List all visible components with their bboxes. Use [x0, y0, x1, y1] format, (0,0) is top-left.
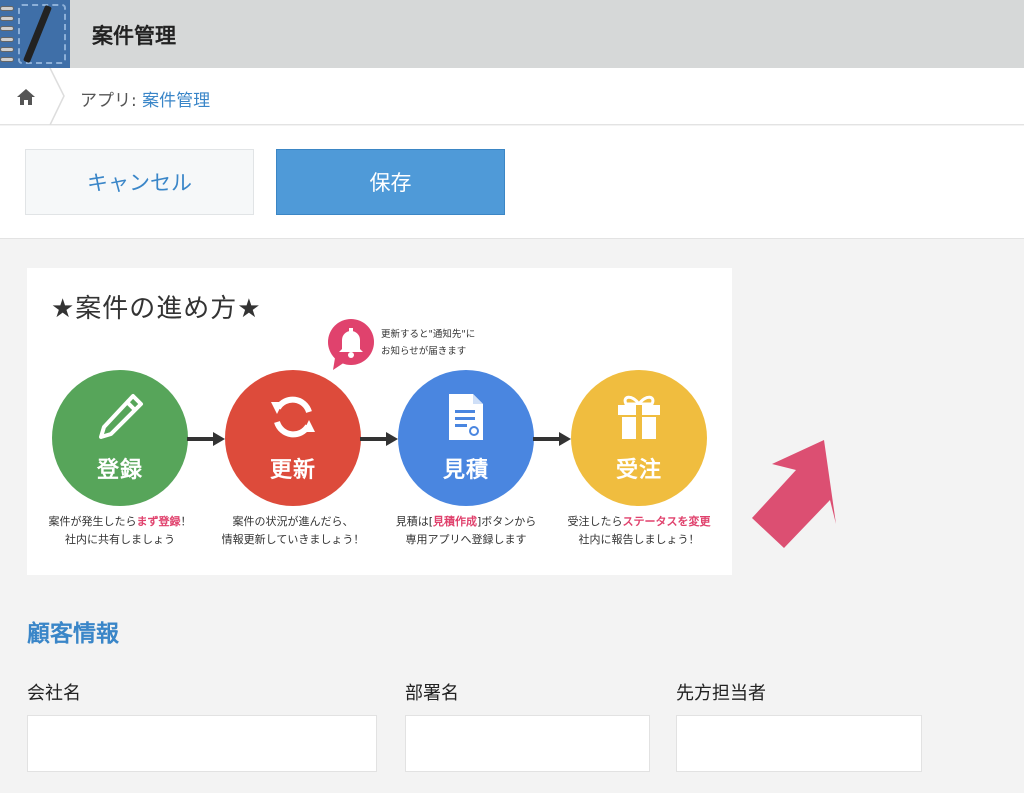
step-update-label: 更新 [269, 458, 316, 483]
company-name-field[interactable] [27, 715, 377, 772]
breadcrumb-prefix: アプリ: [80, 91, 143, 111]
save-button[interactable]: 保存 [276, 149, 505, 215]
breadcrumb: アプリ: 案件管理 [0, 68, 1024, 125]
step-update-description: 案件の状況が進んだら、 情報更新していきましょう！ [221, 515, 365, 546]
step-estimate-circle: 見積 [398, 370, 534, 506]
step-update-circle: 更新 [225, 370, 361, 506]
notification-note-line-2: お知らせが届きます [381, 346, 467, 357]
notebook-pen-icon [0, 0, 70, 68]
company-name-label: 会社名 [27, 683, 81, 704]
customer-section-title: 顧客情報 [27, 621, 119, 647]
notification-note-line-1: 更新すると"通知先"に [381, 329, 476, 340]
breadcrumb-app-link[interactable]: 案件管理 [142, 91, 210, 111]
document-icon [449, 394, 483, 440]
step-register-circle: 登録 [52, 370, 188, 506]
workflow-guide-image: ★案件の進め方★ 更新すると"通知先"に お知らせが届きます 登録 更新 見積 … [27, 268, 732, 575]
app-header: 案件管理 [0, 0, 1024, 68]
notification-note: 更新すると"通知先"に お知らせが届きます [381, 326, 475, 360]
breadcrumb-separator [49, 68, 65, 125]
flow-arrow [533, 432, 571, 446]
gift-icon [618, 395, 660, 439]
step-estimate-label: 見積 [442, 458, 489, 483]
department-label: 部署名 [405, 683, 459, 704]
step-order-label: 受注 [615, 458, 662, 483]
refresh-icon [271, 396, 315, 438]
breadcrumb-current: アプリ: 案件管理 [80, 86, 210, 111]
contact-person-field[interactable] [676, 715, 922, 772]
cancel-button[interactable]: キャンセル [25, 149, 254, 215]
record-toolbar: キャンセル 保存 [0, 126, 1024, 239]
step-order-circle: 受注 [571, 370, 707, 506]
step-register-description: 案件が発生したらまず登録！ 社内に共有しましょう [48, 515, 192, 546]
app-title: 案件管理 [92, 24, 176, 48]
bell-icon [328, 319, 374, 370]
flow-arrow [360, 432, 398, 446]
pencil-icon [99, 394, 143, 439]
guide-title: ★案件の進め方★ [51, 294, 262, 324]
contact-person-label: 先方担当者 [676, 683, 766, 704]
flow-arrow [187, 432, 225, 446]
pointer-arrow-icon [752, 440, 836, 548]
step-order-description: 受注したらステータスを変更 社内に報告しましょう！ [567, 515, 711, 546]
department-field[interactable] [405, 715, 650, 772]
step-estimate-description: 見積は[見積作成]ボタンから 専用アプリへ登録します [395, 515, 537, 546]
home-icon[interactable] [16, 88, 36, 106]
step-register-label: 登録 [96, 458, 143, 483]
